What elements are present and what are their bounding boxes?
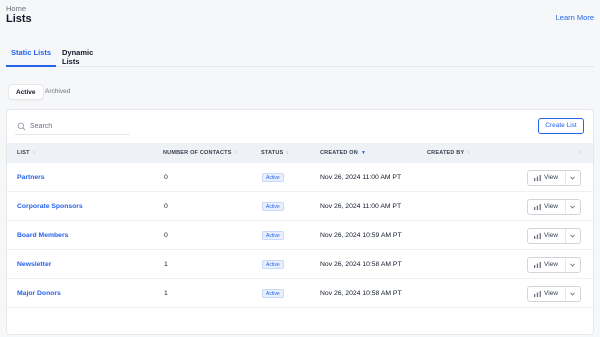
column-header-created-by[interactable]: CREATED BY ↕	[427, 143, 470, 163]
more-actions-button[interactable]	[565, 200, 580, 214]
contacts-count: 0	[164, 203, 168, 210]
more-actions-button[interactable]	[565, 287, 580, 301]
search-input[interactable]	[30, 119, 128, 133]
view-button[interactable]: View	[528, 229, 566, 243]
view-label: View	[544, 290, 558, 297]
sort-icon: ↕	[234, 150, 238, 156]
tab-dynamic-lists[interactable]: Dynamic Lists	[62, 38, 110, 67]
table-row: Newsletter 1 Active Nov 26, 2024 10:58 A…	[7, 250, 593, 279]
created-on: Nov 26, 2024 11:00 AM PT	[320, 174, 402, 181]
status-badge: Active	[262, 173, 284, 182]
created-on: Nov 26, 2024 11:00 AM PT	[320, 203, 402, 210]
contacts-count: 1	[164, 290, 168, 297]
search-box	[15, 119, 130, 135]
bar-chart-icon	[534, 262, 541, 268]
lists-card: Create List LIST↕ NUMBER OF CONTACTS↕ ST…	[6, 109, 594, 335]
sort-icon: ↕	[286, 150, 290, 156]
chevron-down-icon	[570, 234, 575, 238]
search-icon	[17, 122, 26, 131]
tab-static-lists[interactable]: Static Lists	[6, 38, 56, 67]
view-button[interactable]: View	[528, 200, 566, 214]
list-name-link[interactable]: Board Members	[17, 221, 68, 250]
page-title: Lists	[6, 13, 32, 25]
create-list-button[interactable]: Create List	[538, 118, 584, 134]
view-button[interactable]: View	[528, 258, 566, 272]
column-header-actions[interactable]: ↕	[575, 143, 581, 163]
table-row: Partners 0 Active Nov 26, 2024 11:00 AM …	[7, 163, 593, 192]
more-actions-button[interactable]	[565, 258, 580, 272]
row-actions: View	[527, 286, 581, 302]
row-actions: View	[527, 228, 581, 244]
row-actions: View	[527, 257, 581, 273]
column-header-status[interactable]: STATUS ↕	[261, 143, 289, 163]
created-on: Nov 26, 2024 10:58 AM PT	[320, 290, 402, 297]
view-button[interactable]: View	[528, 171, 566, 185]
status-badge: Active	[262, 202, 284, 211]
bar-chart-icon	[534, 291, 541, 297]
table-header: LIST ↕ NUMBER OF CONTACTS ↕ STATUS ↕ CREATE…	[7, 143, 593, 163]
row-actions: View	[527, 199, 581, 215]
learn-more-link[interactable]: Learn More	[556, 13, 594, 22]
view-label: View	[544, 174, 558, 181]
bar-chart-icon	[534, 204, 541, 210]
view-label: View	[544, 261, 558, 268]
contacts-count: 0	[164, 232, 168, 239]
status-badge: Active	[262, 231, 284, 240]
column-header-contacts[interactable]: NUMBER OF CONTACTS ↕	[163, 143, 237, 163]
list-name-link[interactable]: Partners	[17, 163, 45, 192]
column-header-created-on[interactable]: CREATED ON ▼	[320, 143, 366, 163]
contacts-count: 1	[164, 261, 168, 268]
chevron-down-icon	[570, 292, 575, 296]
breadcrumb[interactable]: Home	[6, 4, 26, 13]
list-name-link[interactable]: Corporate Sponsors	[17, 192, 83, 221]
list-type-tabs: Static Lists Dynamic Lists	[6, 38, 594, 67]
sort-icon: ↕	[578, 150, 581, 156]
chevron-down-icon	[570, 176, 575, 180]
list-name-link[interactable]: Newsletter	[17, 250, 51, 279]
column-header-list[interactable]: LIST ↕	[17, 143, 35, 163]
status-badge: Active	[262, 260, 284, 269]
bar-chart-icon	[534, 233, 541, 239]
more-actions-button[interactable]	[565, 229, 580, 243]
sort-down-icon: ▼	[360, 150, 367, 156]
created-on: Nov 26, 2024 10:59 AM PT	[320, 232, 402, 239]
sort-icon: ↕	[467, 150, 471, 156]
created-on: Nov 26, 2024 10:58 AM PT	[320, 261, 402, 268]
row-actions: View	[527, 170, 581, 186]
more-actions-button[interactable]	[565, 171, 580, 185]
table-row: Corporate Sponsors 0 Active Nov 26, 2024…	[7, 192, 593, 221]
status-badge: Active	[262, 289, 284, 298]
tab-archived[interactable]: Archived	[38, 84, 77, 100]
contacts-count: 0	[164, 174, 168, 181]
chevron-down-icon	[570, 205, 575, 209]
chevron-down-icon	[570, 263, 575, 267]
view-label: View	[544, 232, 558, 239]
table-row: Major Donors 1 Active Nov 26, 2024 10:58…	[7, 279, 593, 308]
view-button[interactable]: View	[528, 287, 566, 301]
bar-chart-icon	[534, 175, 541, 181]
list-name-link[interactable]: Major Donors	[17, 279, 61, 308]
table-row: Board Members 0 Active Nov 26, 2024 10:5…	[7, 221, 593, 250]
view-label: View	[544, 203, 558, 210]
sort-icon: ↕	[32, 150, 36, 156]
